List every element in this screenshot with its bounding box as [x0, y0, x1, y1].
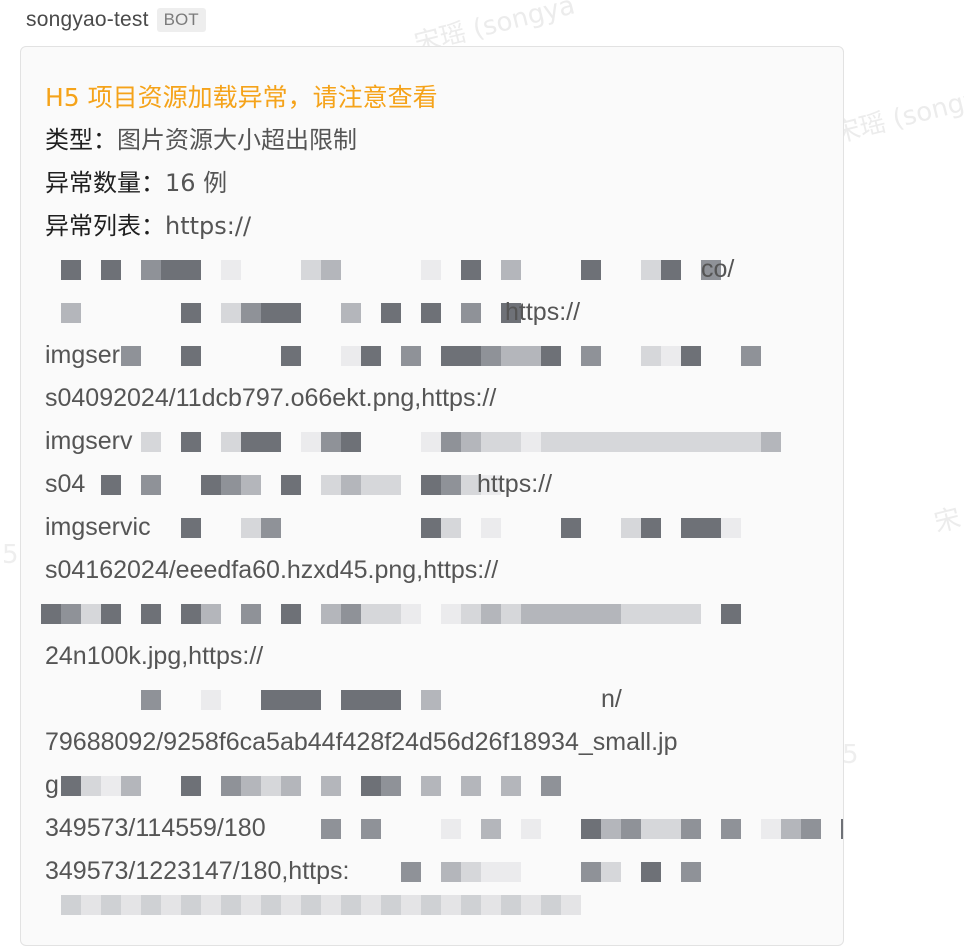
url-text[interactable]: g — [45, 764, 59, 807]
redacted-mosaic — [61, 260, 721, 280]
message-content: H5 项目资源加载异常，请注意查看 类型： 图片资源大小超出限制 异常数量： 1… — [41, 76, 843, 936]
url-line: s04092024/11dcb797.o66ekt.png,https:// — [45, 377, 835, 420]
url-text[interactable]: 349573/1223147/180,https: — [45, 850, 349, 893]
redacted-mosaic — [401, 862, 701, 882]
url-text[interactable]: s04092024/11dcb797.o66ekt.png,https:// — [45, 377, 496, 420]
redacted-mosaic — [61, 776, 561, 796]
url-list: co/ https:// imgser s04092024/11dcb797.o… — [41, 248, 843, 936]
url-line: imgservic — [45, 506, 835, 549]
url-line: 349573/114559/180 — [45, 807, 843, 850]
redacted-mosaic — [101, 690, 441, 710]
url-line: n/ — [45, 678, 835, 721]
watermark-text: 宋瑶 (songy — [831, 84, 964, 150]
message-header: songyao-test BOT — [26, 6, 206, 34]
watermark-text: 宋 — [931, 503, 964, 539]
redacted-mosaic — [61, 895, 581, 915]
redacted-mosaic — [321, 819, 843, 839]
url-text[interactable]: s04162024/eeedfa60.hzxd45.png,https:// — [45, 549, 498, 592]
url-line: 24n100k.jpg,https:// — [45, 635, 835, 678]
type-row: 类型： 图片资源大小超出限制 — [45, 119, 835, 162]
message-card: H5 项目资源加载异常，请注意查看 类型： 图片资源大小超出限制 异常数量： 1… — [20, 46, 844, 946]
url-text[interactable]: imgser — [45, 334, 120, 377]
url-line: 349573/1223147/180,https: — [45, 850, 835, 893]
url-line: https:// — [45, 291, 835, 334]
redacted-mosaic — [101, 475, 501, 495]
url-text[interactable]: s04 — [45, 463, 85, 506]
count-label: 异常数量： — [45, 169, 165, 197]
list-row: 异常列表： https:// — [45, 205, 835, 248]
sender-name[interactable]: songyao-test — [26, 8, 149, 32]
type-value: 图片资源大小超出限制 — [117, 126, 357, 154]
redacted-mosaic — [121, 346, 761, 366]
redacted-mosaic — [141, 432, 781, 452]
url-text[interactable]: 349573/114559/180 — [45, 807, 266, 850]
watermark-text: 5 — [2, 540, 19, 570]
count-value: 16 例 — [165, 169, 228, 197]
count-row: 异常数量： 16 例 — [45, 162, 835, 205]
url-text[interactable]: https:// — [477, 463, 552, 506]
url-text[interactable]: imgservic — [45, 506, 151, 549]
list-label: 异常列表： — [45, 212, 165, 240]
url-line: g — [45, 764, 835, 807]
alert-title: H5 项目资源加载异常，请注意查看 — [45, 83, 438, 112]
url-text[interactable]: 79688092/9258f6ca5ab44f428f24d56d26f1893… — [45, 721, 678, 764]
url-line: s04162024/eeedfa60.hzxd45.png,https:// — [45, 549, 835, 592]
url-line: imgserv — [45, 420, 835, 463]
list-value[interactable]: https:// — [165, 205, 251, 248]
url-line: s04 https:// — [45, 463, 835, 506]
bot-badge: BOT — [156, 8, 206, 32]
url-line — [41, 592, 835, 635]
url-line — [45, 893, 835, 936]
url-text[interactable]: co/ — [701, 248, 734, 291]
url-line: imgser — [45, 334, 835, 377]
redacted-mosaic — [41, 604, 741, 624]
redacted-mosaic — [61, 303, 521, 323]
url-line: 79688092/9258f6ca5ab44f428f24d56d26f1893… — [45, 721, 835, 764]
url-text[interactable]: n/ — [601, 678, 622, 721]
redacted-mosaic — [181, 518, 741, 538]
url-text[interactable]: 24n100k.jpg,https:// — [45, 635, 263, 678]
url-line: co/ — [45, 248, 835, 291]
type-label: 类型： — [45, 126, 117, 154]
url-text[interactable]: imgserv — [45, 420, 133, 463]
watermark-text: 5 — [842, 740, 859, 770]
url-text[interactable]: https:// — [505, 291, 580, 334]
